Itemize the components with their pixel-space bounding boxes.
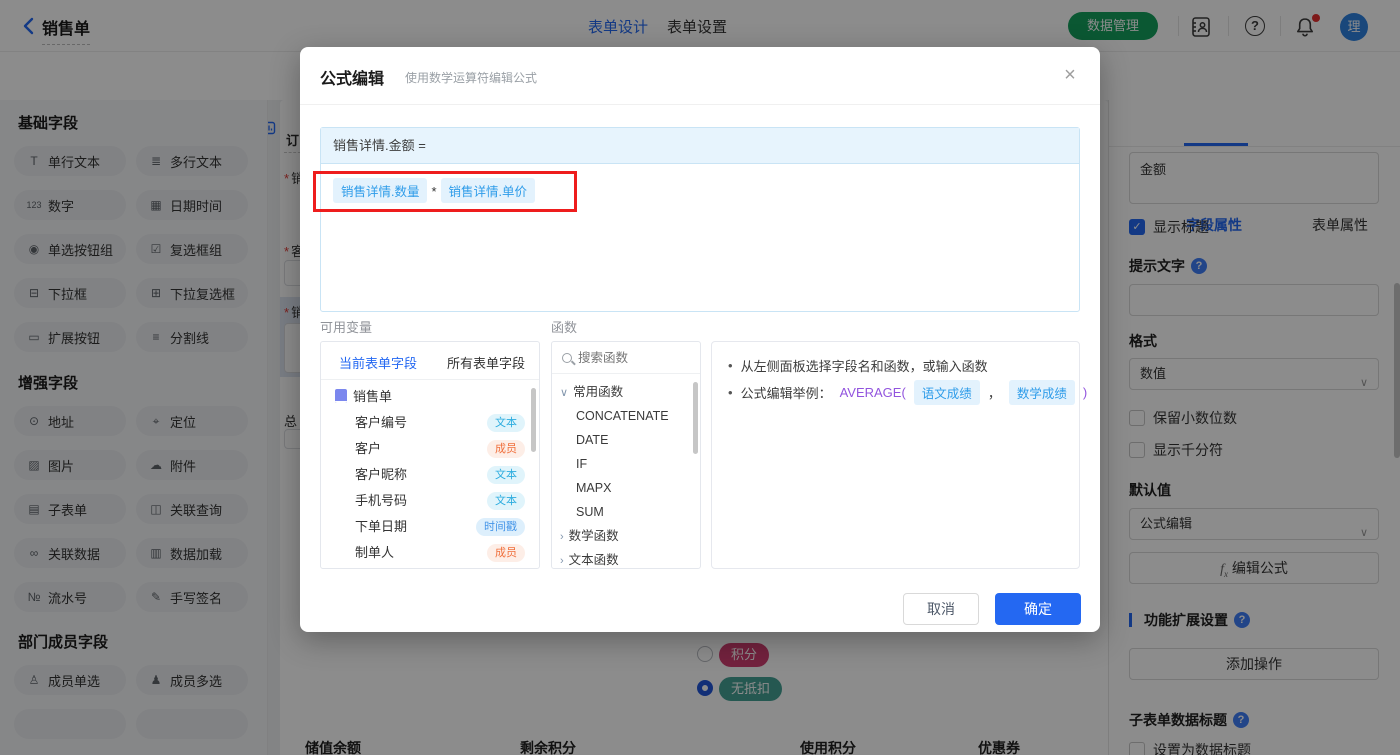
chevron-right-icon: › [560,531,564,543]
close-icon[interactable]: × [1058,63,1082,87]
variable-row[interactable]: 客户编号 文本 [321,410,539,436]
function-group-math[interactable]: › 数学函数 [552,524,700,548]
cancel-button[interactable]: 取消 [903,593,979,625]
function-search[interactable] [552,342,700,374]
modal-title: 公式编辑 [320,71,385,88]
bullet-icon: • [728,358,733,373]
variables-scrollbar-thumb[interactable] [531,388,536,452]
variable-row[interactable]: 手机号码 文本 [321,488,539,514]
type-badge: 成员 [487,440,525,458]
type-badge: 文本 [487,492,525,510]
search-icon [562,352,572,363]
variable-row[interactable]: 客户昵称 文本 [321,462,539,488]
divider [300,104,1100,105]
chevron-right-icon: › [560,555,564,567]
functions-scrollbar-thumb[interactable] [693,382,698,454]
function-group-text[interactable]: › 文本函数 [552,548,700,568]
tip-line-1: • 从左侧面板选择字段名和函数，或输入函数 [728,358,988,374]
form-doc-icon [335,389,347,403]
tree-root-sales-order[interactable]: 销售单 [321,384,539,410]
example-arg-chip: 语文成绩 [913,380,980,405]
example-arg-chip: 数学成绩 [1008,380,1075,405]
type-badge: 文本 [487,466,525,484]
type-badge: 成员 [487,544,525,562]
bullet-icon: • [728,385,733,400]
example-function-name: AVERAGE( [839,385,906,400]
formula-editor-box[interactable]: 销售详情.金额 = 销售详情.数量 * 销售详情.单价 [320,127,1080,312]
chevron-down-icon: ∨ [560,387,569,399]
type-badge: 文本 [487,414,525,432]
annotation-highlight-box [313,171,577,212]
tab-current-form-fields[interactable]: 当前表单字段 [339,353,417,372]
variables-tabs: 当前表单字段 所有表单字段 [321,342,539,380]
formula-target: 销售详情.金额 = [321,128,1079,164]
variable-row[interactable]: 下单日期 时间戳 [321,514,539,540]
functions-panel: ∨常用函数 CONCATENATE DATE IF MAPX SUM ›数学函数… [551,341,701,569]
functions-label: 函数 [551,320,578,335]
type-badge: 时间戳 [476,518,525,536]
function-item-date[interactable]: DATE [552,428,700,452]
available-variables-label: 可用变量 [320,320,373,335]
variable-row[interactable]: 制单人 成员 [321,540,539,566]
function-item-mapx[interactable]: MAPX [552,476,700,500]
function-search-input[interactable] [578,350,678,365]
modal-subtitle: 使用数学运算符编辑公式 [405,71,538,85]
variables-panel: 当前表单字段 所有表单字段 销售单 客户编号 文本 客户 成员 客户昵称 文本 手机号… [320,341,540,569]
tips-panel: • 从左侧面板选择字段名和函数，或输入函数 • 公式编辑举例： AVERAGE( … [711,341,1087,569]
tip-line-2: • 公式编辑举例： AVERAGE( 语文成绩，数学成绩 ) [728,380,1087,405]
variable-row[interactable]: 客户 成员 [321,436,539,462]
app-screen: 销售单 表单设计 表单设置 数据管理 ? 理 表单外链 后端脚本 数据权 预览 … [0,0,1400,755]
example-close-paren: ) [1082,385,1088,400]
function-item-if[interactable]: IF [552,452,700,476]
confirm-button[interactable]: 确定 [995,593,1081,625]
function-item-sum[interactable]: SUM [552,500,700,524]
function-group-common[interactable]: ∨ 常用函数 [552,380,700,404]
tab-all-form-fields[interactable]: 所有表单字段 [447,353,525,372]
function-item-concatenate[interactable]: CONCATENATE [552,404,700,428]
formula-editor-modal: 公式编辑 使用数学运算符编辑公式 × 销售详情.金额 = 销售详情.数量 * 销售详… [300,47,1100,632]
